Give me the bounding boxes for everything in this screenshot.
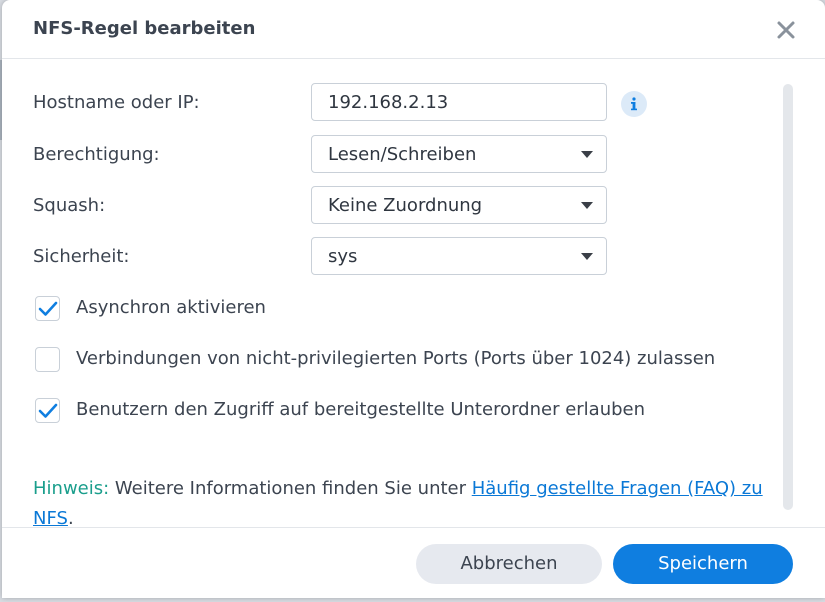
checkbox-async[interactable] — [35, 296, 60, 321]
dialog-footer: Abbrechen Speichern — [2, 527, 825, 599]
hostname-field[interactable] — [311, 83, 607, 121]
chevron-down-icon — [581, 151, 593, 158]
security-select[interactable]: sys — [311, 237, 607, 275]
checkbox-insecure-ports[interactable] — [35, 347, 60, 372]
permission-value: Lesen/Schreiben — [328, 144, 477, 165]
squash-label: Squash: — [33, 195, 106, 216]
checkbox-async-label: Asynchron aktivieren — [76, 297, 266, 318]
nfs-rule-dialog: NFS-Regel bearbeiten Hostname oder IP: B… — [2, 0, 825, 598]
permission-label: Berechtigung: — [33, 144, 160, 165]
hostname-input[interactable] — [312, 84, 606, 120]
hostname-label: Hostname oder IP: — [33, 92, 200, 113]
dialog-title-bar: NFS-Regel bearbeiten — [2, 0, 825, 59]
squash-value: Keine Zuordnung — [328, 195, 483, 216]
save-button[interactable]: Speichern — [613, 544, 793, 584]
checkmark-icon — [38, 301, 58, 316]
scrollbar[interactable] — [783, 84, 793, 510]
checkmark-icon — [38, 403, 58, 418]
checkbox-subfolders[interactable] — [35, 398, 60, 423]
chevron-down-icon — [581, 253, 593, 260]
hint-suffix: . — [67, 508, 74, 529]
permission-select[interactable]: Lesen/Schreiben — [311, 135, 607, 173]
close-icon — [777, 21, 795, 39]
squash-select[interactable]: Keine Zuordnung — [311, 186, 607, 224]
checkbox-insecure-ports-label: Verbindungen von nicht-privilegierten Po… — [76, 348, 716, 369]
hint-body: Weitere Informationen finden Sie unter — [109, 478, 472, 499]
security-value: sys — [328, 246, 358, 267]
security-label: Sicherheit: — [33, 246, 130, 267]
close-button[interactable] — [774, 18, 798, 42]
info-icon[interactable] — [621, 91, 647, 117]
chevron-down-icon — [581, 202, 593, 209]
cancel-button[interactable]: Abbrechen — [416, 544, 602, 584]
hint-text: Hinweis: Weitere Informationen finden Si… — [33, 474, 773, 534]
checkbox-subfolders-label: Benutzern den Zugriff auf bereitgestellt… — [76, 399, 646, 420]
dialog-title: NFS-Regel bearbeiten — [33, 18, 256, 39]
hint-prefix: Hinweis: — [33, 478, 110, 499]
